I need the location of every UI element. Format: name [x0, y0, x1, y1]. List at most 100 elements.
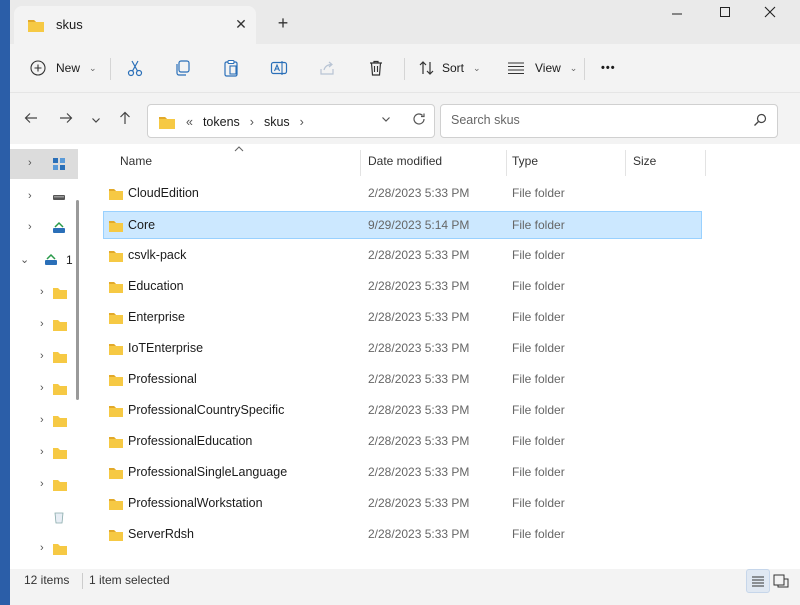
more-options-button[interactable]: •••	[601, 56, 616, 80]
recent-locations-button[interactable]	[85, 110, 107, 132]
folder-icon	[108, 528, 124, 545]
tab-close-icon[interactable]: ✕	[231, 14, 251, 34]
nav-item-folder[interactable]: ›	[10, 310, 78, 340]
folder-icon	[108, 466, 124, 483]
chevron-right-icon[interactable]: ›	[40, 350, 44, 362]
file-row[interactable]: IoTEnterprise 2/28/2023 5:33 PM File folde…	[104, 335, 700, 362]
chevron-right-icon[interactable]: ›	[40, 414, 44, 426]
nav-item-folder[interactable]: ›	[10, 278, 78, 308]
file-date-modified: 2/28/2023 5:33 PM	[368, 310, 470, 324]
sort-button[interactable]: Sort ⌄	[418, 56, 481, 80]
tiles-view-icon	[773, 574, 789, 588]
nav-item-folder[interactable]: ›	[10, 374, 78, 404]
up-button[interactable]	[114, 110, 136, 132]
maximize-button[interactable]	[710, 6, 740, 24]
column-header-name[interactable]: Name	[120, 154, 152, 168]
nav-item-gallery[interactable]: ›	[10, 149, 78, 179]
back-button[interactable]	[20, 110, 42, 132]
file-row[interactable]: Professional 2/28/2023 5:33 PM File folder	[104, 366, 700, 393]
share-button[interactable]	[318, 56, 336, 80]
chevron-right-icon[interactable]: ›	[28, 221, 32, 233]
folder-icon	[52, 382, 68, 399]
navigation-scrollbar[interactable]	[76, 200, 79, 400]
file-row[interactable]: CloudEdition 2/28/2023 5:33 PM File folder	[104, 180, 700, 207]
file-row[interactable]: ProfessionalEducation 2/28/2023 5:33 PM Fi…	[104, 428, 700, 455]
search-box[interactable]	[440, 104, 778, 138]
breadcrumb-overflow[interactable]: «	[186, 115, 193, 129]
file-row[interactable]: ServerRdsh 2/28/2023 5:33 PM File folder	[104, 521, 700, 548]
file-type: File folder	[512, 341, 565, 355]
file-type: File folder	[512, 465, 565, 479]
status-bar: 12 items 1 item selected	[10, 569, 800, 605]
chevron-right-icon[interactable]: ›	[40, 318, 44, 330]
breadcrumb-skus[interactable]: skus	[264, 115, 290, 129]
column-divider[interactable]	[360, 150, 361, 176]
rename-button[interactable]	[270, 56, 288, 80]
file-name: csvlk-pack	[128, 248, 187, 262]
nav-item-folder[interactable]: ›	[10, 534, 78, 564]
new-tab-button[interactable]: +	[272, 12, 294, 34]
address-history-chevron-icon[interactable]	[381, 113, 391, 127]
tiles-view-button[interactable]	[770, 569, 792, 591]
delete-button[interactable]	[367, 56, 385, 80]
file-date-modified: 2/28/2023 5:33 PM	[368, 341, 470, 355]
nav-item-folder[interactable]: ›	[10, 470, 78, 500]
file-row[interactable]: Enterprise 2/28/2023 5:33 PM File folder	[104, 304, 700, 331]
new-button[interactable]: New ⌄	[30, 56, 97, 80]
address-bar[interactable]: « tokens › skus ›	[147, 104, 435, 138]
nav-item-folder[interactable]: ›	[10, 342, 78, 372]
details-view-button[interactable]	[746, 569, 770, 593]
folder-icon	[108, 219, 124, 236]
search-input[interactable]	[449, 112, 733, 128]
copy-button[interactable]	[174, 56, 192, 80]
selection-count: 1 item selected	[89, 573, 170, 587]
file-type: File folder	[512, 434, 565, 448]
tab-skus[interactable]: skus ✕	[14, 6, 256, 44]
column-divider[interactable]	[506, 150, 507, 176]
nav-item-folder[interactable]: ›	[10, 406, 78, 436]
nav-item-drive[interactable]: ›	[10, 182, 78, 212]
chevron-right-icon[interactable]: ›	[40, 478, 44, 490]
folder-icon	[108, 280, 124, 297]
folder-icon	[108, 342, 124, 359]
file-row[interactable]: ProfessionalSingleLanguage 2/28/2023 5:33…	[104, 459, 700, 486]
file-row[interactable]: Education 2/28/2023 5:33 PM File folder	[104, 273, 700, 300]
view-button[interactable]: View ⌄	[507, 56, 577, 80]
folder-icon	[108, 497, 124, 514]
column-header-date-modified[interactable]: Date modified	[368, 154, 442, 168]
file-row[interactable]: Core 9/29/2023 5:14 PM File folder	[103, 211, 702, 239]
search-icon[interactable]	[753, 113, 767, 130]
chevron-right-icon[interactable]: ›	[40, 446, 44, 458]
arrow-left-icon	[24, 113, 37, 123]
nav-item-folder[interactable]: ›	[10, 438, 78, 468]
chevron-down-icon[interactable]: ⌄	[20, 253, 29, 266]
nav-item-network-drive[interactable]: ›	[10, 213, 78, 243]
cut-button[interactable]	[126, 56, 144, 80]
chevron-right-icon[interactable]: ›	[40, 542, 44, 554]
column-divider[interactable]	[625, 150, 626, 176]
chevron-right-icon[interactable]: ›	[40, 382, 44, 394]
refresh-icon[interactable]	[412, 112, 426, 129]
column-header-size[interactable]: Size	[633, 154, 656, 168]
file-row[interactable]: ProfessionalCountrySpecific 2/28/2023 5:3…	[104, 397, 700, 424]
nav-item-network-drive-expanded[interactable]: ⌄ 1	[10, 245, 78, 275]
file-list: Name Date modified Type Size CloudEditio…	[90, 144, 790, 569]
file-row[interactable]: csvlk-pack 2/28/2023 5:33 PM File folder	[104, 242, 700, 269]
folder-icon	[27, 17, 45, 36]
nav-item-recycle-bin[interactable]	[10, 502, 78, 532]
chevron-right-icon[interactable]: ›	[250, 115, 254, 129]
paste-button[interactable]	[222, 56, 240, 80]
chevron-right-icon[interactable]: ›	[28, 190, 32, 202]
column-header-type[interactable]: Type	[512, 154, 538, 168]
column-divider[interactable]	[705, 150, 706, 176]
file-date-modified: 2/28/2023 5:33 PM	[368, 186, 470, 200]
chevron-right-icon[interactable]: ›	[40, 286, 44, 298]
forward-button[interactable]	[55, 110, 77, 132]
chevron-right-icon[interactable]: ›	[28, 157, 32, 169]
breadcrumb-tokens[interactable]: tokens	[203, 115, 240, 129]
file-row[interactable]: ProfessionalWorkstation 2/28/2023 5:33 PM…	[104, 490, 700, 517]
minimize-button[interactable]	[662, 6, 692, 24]
file-date-modified: 2/28/2023 5:33 PM	[368, 527, 470, 541]
close-button[interactable]	[755, 6, 785, 24]
chevron-right-icon[interactable]: ›	[300, 115, 304, 129]
